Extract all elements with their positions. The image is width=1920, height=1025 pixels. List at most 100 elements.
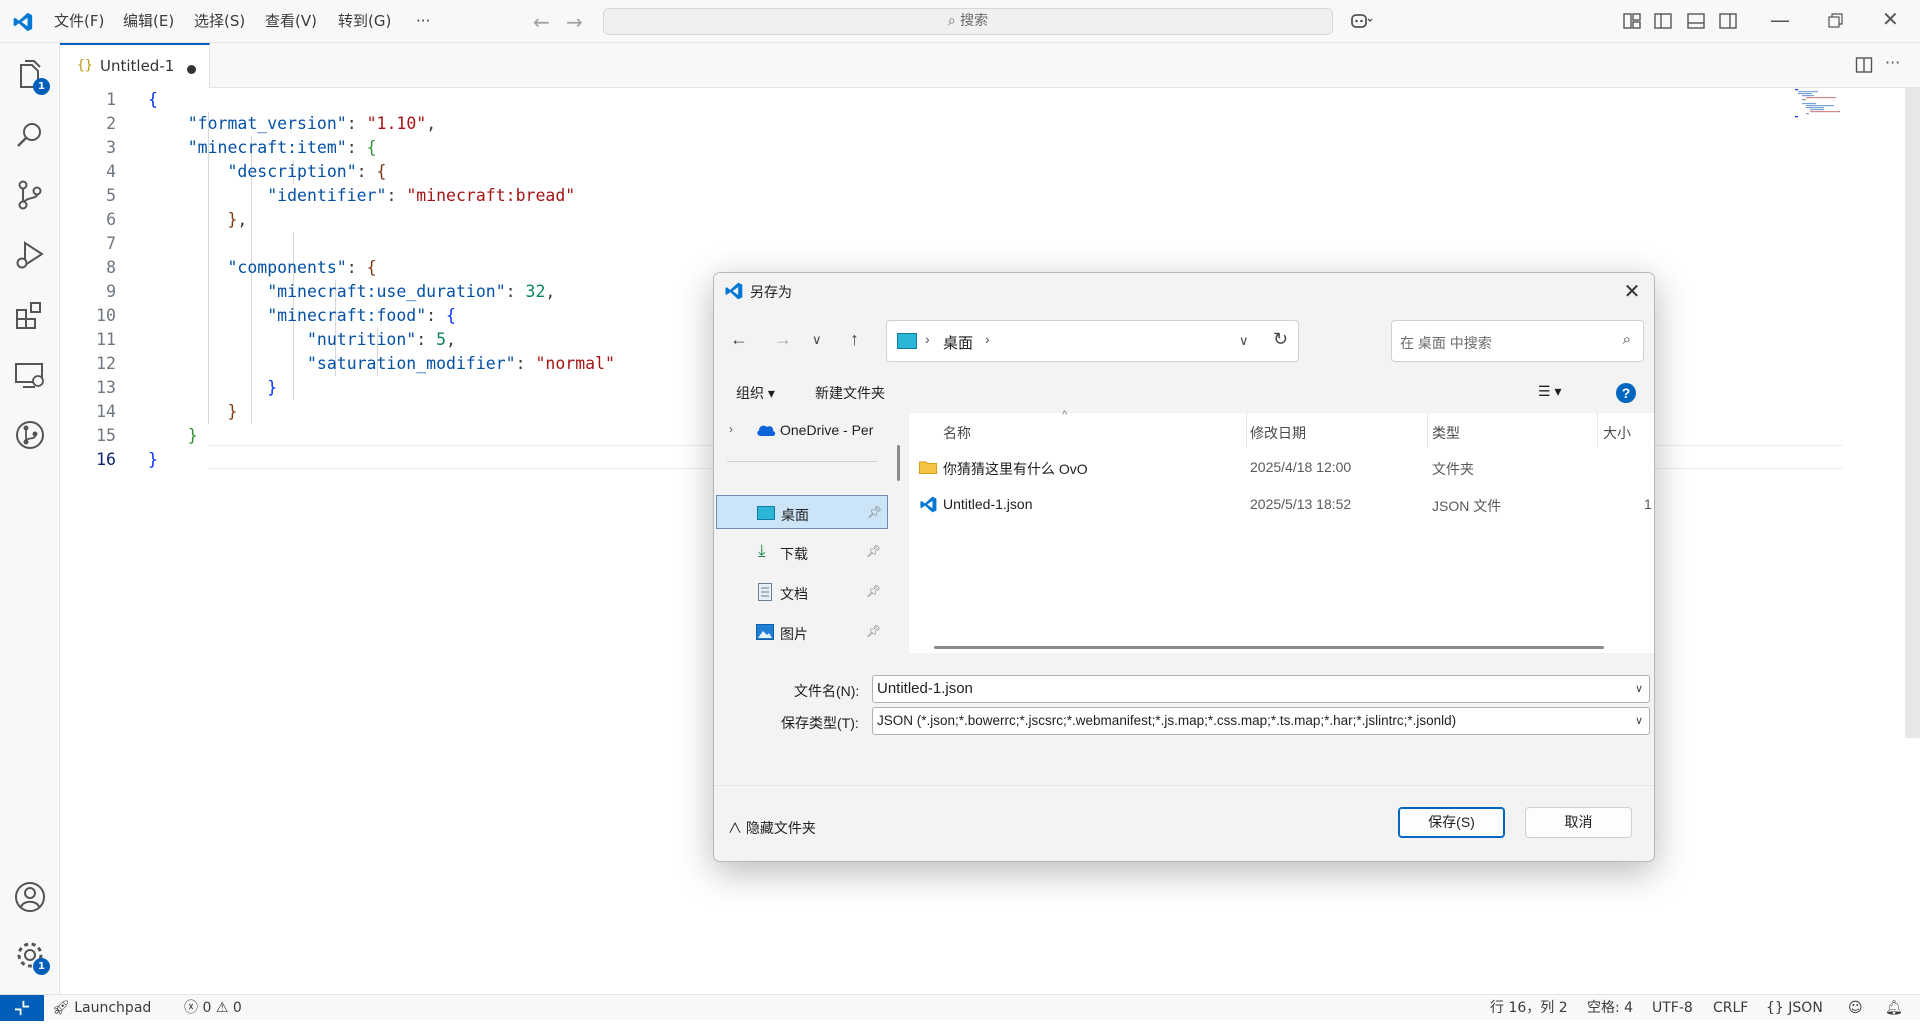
pin-icon[interactable]: 📌︎ — [867, 505, 882, 519]
file-row[interactable]: 你猜猜这里有什么 OvO 2025/4/18 12:00 文件夹 — [909, 450, 1654, 484]
column-header-size[interactable]: 大小 — [1603, 423, 1631, 443]
menu-selection[interactable]: 选择(S) — [194, 0, 245, 43]
cursor-position[interactable]: 行 16，列 2 — [1490, 995, 1568, 1021]
up-folder-icon[interactable]: ↑ — [850, 329, 859, 350]
help-icon[interactable]: ? — [1616, 383, 1636, 403]
menu-edit[interactable]: 编辑(E) — [123, 0, 174, 43]
column-separator[interactable] — [1427, 413, 1428, 447]
toggle-secondary-sidebar-icon[interactable] — [1718, 11, 1738, 31]
nav-separator — [727, 461, 877, 462]
column-header-type[interactable]: 类型 — [1432, 423, 1460, 443]
source-control-button[interactable] — [12, 177, 48, 213]
address-dropdown-icon[interactable]: ∨ — [1239, 333, 1249, 349]
extensions-button[interactable] — [12, 297, 48, 333]
nav-item-onedrive[interactable]: › OneDrive - Per — [716, 413, 888, 447]
nav-item-documents[interactable]: 文档 📌︎ — [716, 575, 888, 609]
remote-indicator-button[interactable] — [0, 995, 44, 1021]
nav-item-downloads[interactable]: ⤓ 下载 📌︎ — [716, 535, 888, 569]
explorer-button[interactable]: 1 — [12, 57, 50, 95]
dialog-forward-icon[interactable]: → — [774, 329, 792, 350]
problems-button[interactable]: ⓧ 0 ⚠ 0 — [184, 995, 242, 1021]
pictures-icon — [756, 624, 774, 640]
nav-scrollbar[interactable] — [897, 445, 900, 481]
hide-folders-button[interactable]: ∧ 隐藏文件夹 — [728, 818, 816, 838]
gitlens-button[interactable] — [12, 417, 48, 453]
accounts-button[interactable] — [12, 879, 48, 915]
cancel-button[interactable]: 取消 — [1525, 807, 1632, 838]
pin-icon[interactable]: 📌︎ — [866, 544, 881, 558]
minimize-icon[interactable]: — — [1770, 8, 1790, 32]
search-view-button[interactable] — [12, 117, 48, 153]
nav-item-desktop[interactable]: 桌面 📌︎ — [716, 495, 888, 529]
notifications-bell-icon[interactable]: 🔔︎ — [1885, 995, 1903, 1021]
breadcrumb-desktop[interactable]: 桌面 — [943, 332, 973, 353]
column-separator[interactable] — [1597, 413, 1598, 447]
menu-go[interactable]: 转到(G) — [338, 0, 391, 43]
expand-chevron-icon[interactable]: › — [729, 422, 733, 436]
language-mode[interactable]: {} JSON — [1766, 995, 1823, 1021]
recent-locations-chevron-icon[interactable]: ∨ — [812, 332, 822, 348]
filename-dropdown-icon[interactable]: ∨ — [1635, 676, 1643, 702]
pin-icon[interactable]: 📌︎ — [866, 624, 881, 638]
filetype-select[interactable]: JSON (*.json;*.bowerrc;*.jscsrc;*.webman… — [872, 707, 1650, 735]
back-arrow-icon[interactable]: ← — [533, 10, 550, 34]
nav-label: OneDrive - Per — [780, 422, 874, 438]
column-separator[interactable] — [1246, 413, 1247, 447]
end-of-line[interactable]: CRLF — [1713, 995, 1748, 1021]
toggle-panel-icon[interactable] — [1686, 11, 1706, 31]
breadcrumb-chevron-icon[interactable]: › — [985, 331, 990, 347]
copilot-icon[interactable] — [1350, 11, 1374, 31]
customize-layout-icon[interactable] — [1622, 11, 1642, 31]
pin-icon[interactable]: 📌︎ — [866, 584, 881, 598]
nav-label: 图片 — [780, 626, 808, 642]
organize-button[interactable]: 组织 ▾ — [736, 383, 775, 403]
dialog-back-icon[interactable]: ← — [730, 329, 748, 350]
split-editor-icon[interactable] — [1855, 56, 1873, 74]
menu-more-icon[interactable]: ··· — [416, 0, 430, 43]
restore-icon[interactable] — [1825, 11, 1845, 31]
indentation[interactable]: 空格: 4 — [1587, 995, 1633, 1021]
encoding[interactable]: UTF-8 — [1652, 995, 1693, 1021]
launchpad-button[interactable]: 🚀︎ Launchpad — [52, 995, 151, 1021]
refresh-icon[interactable]: ↻ — [1273, 329, 1288, 350]
address-bar[interactable]: › 桌面 › ∨ ↻ — [886, 320, 1299, 362]
line-number: 7 — [106, 234, 116, 253]
view-options-icon[interactable]: ☰ ▾ — [1538, 383, 1561, 400]
dialog-title: 另存为 — [750, 284, 792, 300]
manage-button[interactable]: 1 — [12, 937, 50, 975]
file-row[interactable]: Untitled-1.json 2025/5/13 18:52 JSON 文件 … — [909, 487, 1654, 521]
line-number: 6 — [106, 210, 116, 229]
minimap[interactable] — [1794, 88, 1844, 118]
dialog-search-box[interactable]: 在 桌面 中搜索 ⌕ — [1391, 320, 1644, 362]
forward-arrow-icon[interactable]: → — [566, 10, 583, 34]
nav-item-pictures[interactable]: 图片 📌︎ — [716, 615, 888, 649]
new-folder-button[interactable]: 新建文件夹 — [815, 383, 885, 403]
close-window-icon[interactable]: ✕ — [1882, 7, 1899, 31]
save-button[interactable]: 保存(S) — [1398, 807, 1505, 838]
column-header-name[interactable]: 名称 — [943, 423, 971, 443]
editor-more-icon[interactable]: ··· — [1885, 53, 1900, 72]
dialog-close-icon[interactable]: ✕ — [1620, 279, 1644, 304]
dialog-title-bar: 另存为 ✕ — [714, 273, 1654, 309]
filetype-dropdown-icon[interactable]: ∨ — [1635, 708, 1643, 734]
code-line: 1{ — [60, 88, 1760, 112]
menu-view[interactable]: 查看(V) — [265, 0, 317, 43]
dialog-search-placeholder: 在 桌面 中搜索 — [1400, 335, 1492, 351]
unsaved-dot-icon[interactable] — [187, 65, 196, 74]
toggle-primary-sidebar-icon[interactable] — [1653, 11, 1673, 31]
file-list[interactable]: ^ 名称 修改日期 类型 大小 你猜猜这里有什么 OvO 2025/4/18 1… — [909, 409, 1654, 653]
command-center-search[interactable]: ⌕ 搜索 — [603, 8, 1333, 35]
tab-untitled-1[interactable]: {} Untitled-1 — [60, 43, 210, 88]
menu-file[interactable]: 文件(F) — [54, 0, 104, 43]
remote-explorer-button[interactable] — [12, 357, 48, 393]
line-number: 13 — [96, 378, 116, 397]
copilot-status-icon[interactable]: ☺ — [1848, 995, 1863, 1021]
run-debug-button[interactable] — [12, 237, 48, 273]
vscode-logo-icon — [725, 282, 743, 300]
filename-input[interactable]: Untitled-1.json ∨ — [872, 675, 1650, 703]
column-header-modified[interactable]: 修改日期 — [1250, 423, 1306, 443]
file-list-scrollbar[interactable] — [934, 646, 1604, 649]
editor-scrollbar[interactable] — [1905, 88, 1920, 738]
file-type: 文件夹 — [1432, 461, 1474, 477]
file-modified: 2025/4/18 12:00 — [1250, 459, 1352, 475]
